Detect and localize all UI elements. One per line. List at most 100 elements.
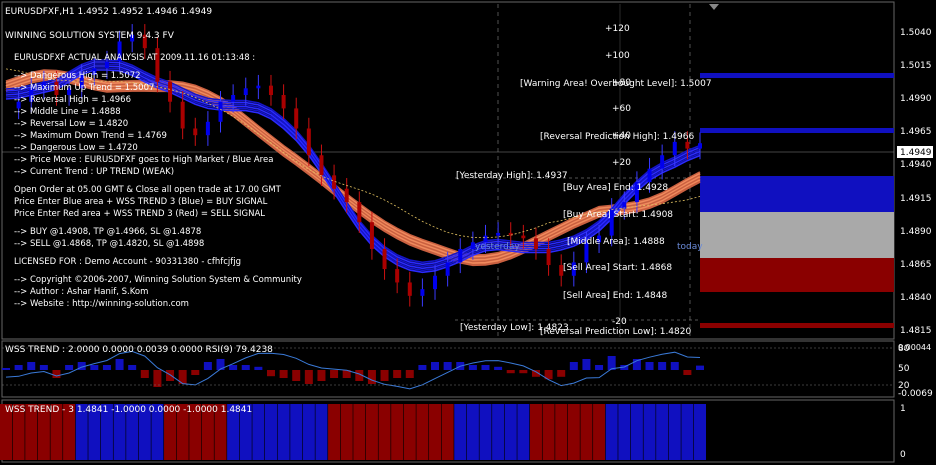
candle-body xyxy=(685,141,690,149)
price-tick: 1.4915 xyxy=(900,194,932,204)
histogram-bar xyxy=(317,370,326,381)
trend-bar xyxy=(391,404,404,460)
price-tick: 1.5015 xyxy=(900,61,932,71)
buy-end-label: [Buy Area] End: 1.4928 xyxy=(563,183,668,193)
credit-line: --> Copyright ©2006-2007, Winning Soluti… xyxy=(14,275,302,285)
histogram-bar xyxy=(658,362,667,370)
trend-bar xyxy=(302,404,315,460)
middle-area-zone xyxy=(700,212,894,258)
trend-bar xyxy=(517,404,530,460)
rule-line: Open Order at 05.00 GMT & Close all open… xyxy=(14,185,281,195)
histogram-bar xyxy=(115,359,124,370)
trend-bar xyxy=(630,404,643,460)
price-tick: 1.4840 xyxy=(900,293,932,303)
histogram-bar xyxy=(128,365,137,370)
histogram-bar xyxy=(279,370,288,378)
candle-body xyxy=(672,141,677,156)
histogram-bar xyxy=(90,365,99,370)
trend-bar xyxy=(403,404,416,460)
trend-bar xyxy=(340,404,353,460)
histogram-bar xyxy=(266,370,275,377)
trend-bar xyxy=(656,404,669,460)
analysis-line: --> Reversal Low = 1.4820 xyxy=(14,119,129,129)
analysis-line: --> Reversal High = 1.4966 xyxy=(14,95,131,105)
histogram-bar xyxy=(229,365,238,370)
candle-body xyxy=(344,188,349,203)
trend-bar xyxy=(605,404,618,460)
histogram-bar xyxy=(65,365,74,370)
histogram-bar xyxy=(241,365,250,370)
candle-body xyxy=(521,235,526,239)
indicator1-title: WSS TREND : 2.0000 0.0000 0.0039 0.0000 … xyxy=(5,345,273,355)
overbought-bar xyxy=(700,73,894,78)
price-axis: 1.5040 1.5015 1.4990 1.4965 1.4940 1.491… xyxy=(897,28,933,336)
trend-bar xyxy=(353,404,366,460)
histogram-bar xyxy=(393,370,402,378)
pip-scale-m20: -20 xyxy=(612,317,627,327)
indicator2-title: WSS TREND - 3 1.4841 -1.0000 0.0000 -1.0… xyxy=(5,405,252,415)
histogram-bar xyxy=(140,370,149,378)
sell-area-zone xyxy=(700,258,894,292)
trend-bar xyxy=(593,404,606,460)
ind1-axis-top: 0.00044 xyxy=(898,343,931,352)
analysis-line: --> Current Trend : UP TREND (WEAK) xyxy=(14,167,175,177)
trend-bar xyxy=(529,404,542,460)
histogram-bar xyxy=(494,366,503,370)
window-title: EURUSDFXF,H1 1.4952 1.4952 1.4946 1.4949 xyxy=(5,7,212,17)
histogram-bar xyxy=(166,370,175,381)
trend-bar xyxy=(416,404,429,460)
histogram-bar xyxy=(2,368,10,370)
histogram-bar xyxy=(481,365,490,370)
histogram-bar xyxy=(102,365,111,370)
histogram-bar xyxy=(696,365,704,370)
yesterday-high-label: [Yesterday High]: 1.4937 xyxy=(456,171,568,181)
trend-bar xyxy=(555,404,568,460)
price-tick: 1.5040 xyxy=(900,28,932,38)
trend-bar xyxy=(252,404,265,460)
sell-end-label: [Sell Area] End: 1.4848 xyxy=(563,291,667,301)
credit-line: --> Website : http://winning-solution.co… xyxy=(14,299,189,309)
analysis-line: --> Price Move : EURUSDFXF goes to High … xyxy=(14,155,274,165)
credit-line: --> Author : Ashar Hanif, S.Kom xyxy=(14,287,149,297)
price-tick: 1.4815 xyxy=(900,326,932,336)
pip-scale-p120: +120 xyxy=(605,24,630,34)
histogram-bar xyxy=(405,370,414,378)
candle-body xyxy=(407,282,412,296)
analysis-panel: EURUSDFXF ACTUAL ANALYSIS AT 2009.11.16 … xyxy=(14,52,344,310)
system-name: WINNING SOLUTION SYSTEM 9.4.3 FV xyxy=(5,31,175,41)
candle-body xyxy=(660,155,665,169)
pip-scale-p80: +80 xyxy=(612,78,631,88)
histogram-bar xyxy=(191,370,200,375)
histogram-bar xyxy=(27,362,36,370)
histogram-bar xyxy=(569,362,578,370)
trend-bar xyxy=(567,404,580,460)
histogram-bar xyxy=(431,362,440,370)
trend-bar xyxy=(668,404,681,460)
trend-bar xyxy=(315,404,328,460)
trend-bar xyxy=(454,404,467,460)
analysis-line: --> Maximum Up Trend = 1.5007 xyxy=(14,83,155,93)
histogram-bar xyxy=(367,370,376,384)
histogram-bar xyxy=(14,365,23,370)
analysis-line: --> Middle Line = 1.4888 xyxy=(14,107,121,117)
histogram-bar xyxy=(645,362,654,370)
histogram-bar xyxy=(304,370,313,384)
today-label: today xyxy=(677,242,703,252)
analysis-line: --> Dangerous Low = 1.4720 xyxy=(14,143,138,153)
buy-start-label: [Buy Area] Start: 1.4908 xyxy=(563,210,673,220)
candle-body xyxy=(395,269,400,283)
candle-body xyxy=(445,262,450,276)
candle-body xyxy=(433,275,438,290)
histogram-bar xyxy=(519,370,528,374)
histogram-bar xyxy=(418,365,427,370)
reversal-high-bar xyxy=(700,128,894,133)
signal-line: --> SELL @1.4868, TP @1.4820, SL @1.4898 xyxy=(14,239,205,249)
histogram-bar xyxy=(443,362,452,370)
analysis-header: EURUSDFXF ACTUAL ANALYSIS AT 2009.11.16 … xyxy=(14,53,256,63)
trend-bar xyxy=(694,404,706,460)
histogram-bar xyxy=(52,370,61,378)
current-price-value: 1.4949 xyxy=(900,148,932,158)
analysis-line: --> Dangerous High = 1.5072 xyxy=(14,71,141,81)
candle-body xyxy=(382,248,387,270)
yesterday-label: yesterday xyxy=(475,242,520,252)
